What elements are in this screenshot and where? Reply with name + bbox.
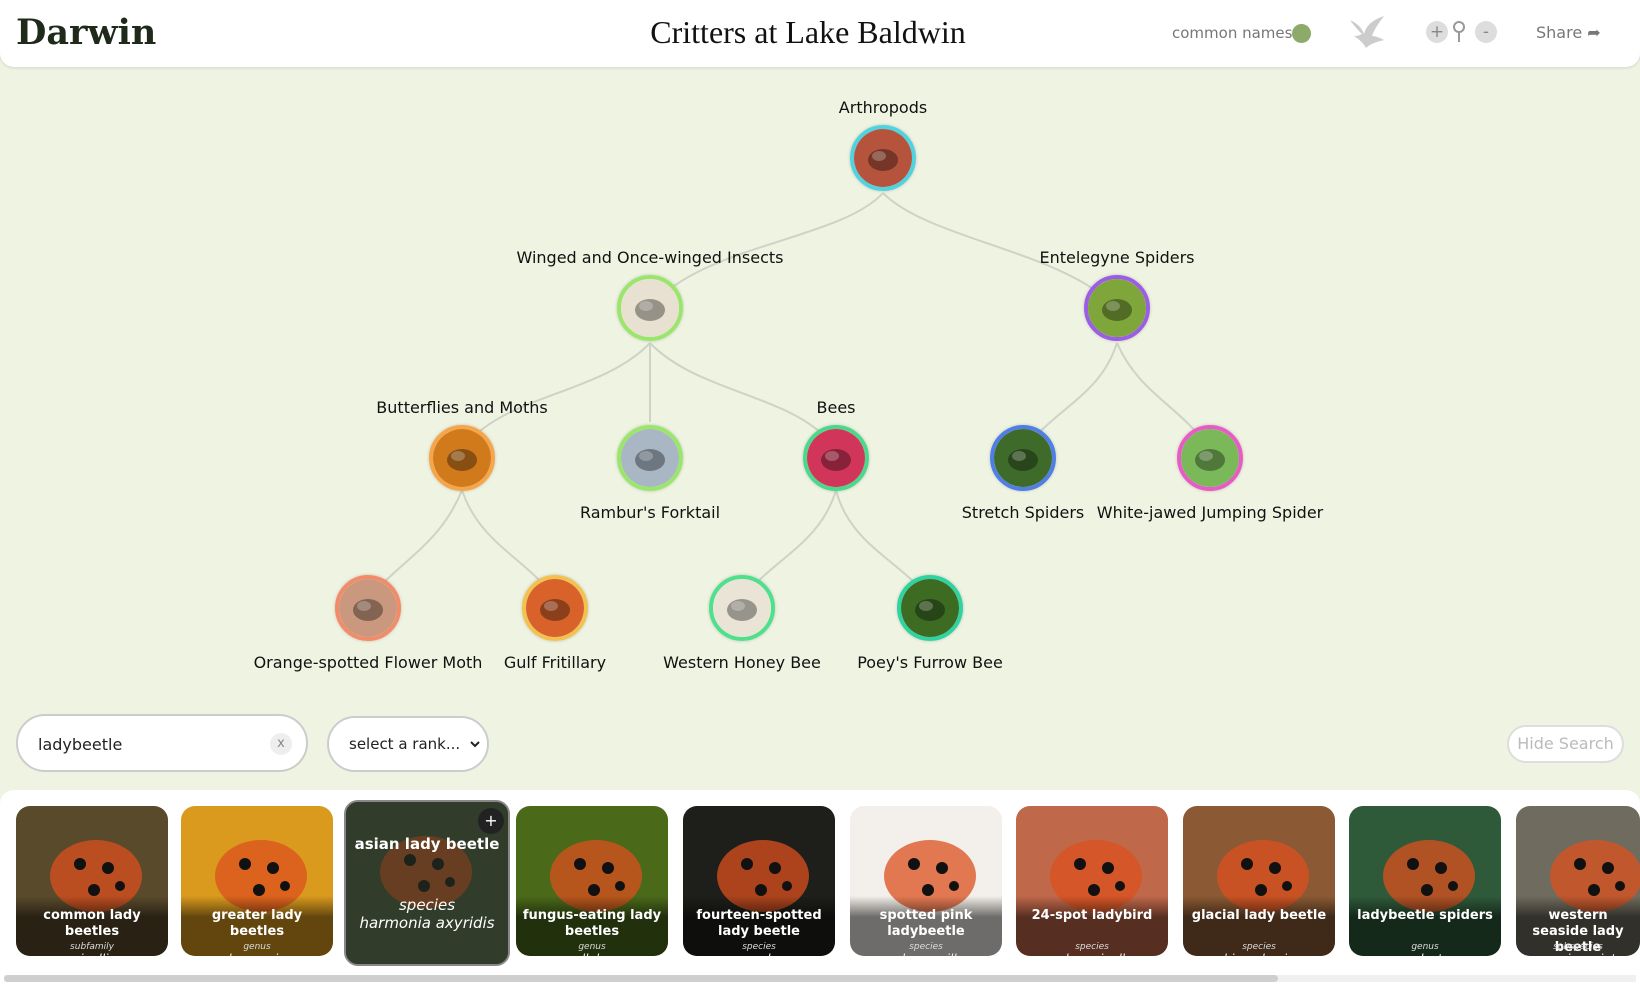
result-rank: subspecies — [1553, 942, 1603, 952]
result-common-name: common lady beetles — [43, 908, 141, 939]
tree-node-western-honey-bee[interactable] — [709, 575, 775, 641]
tree-node-label: White-jawed Jumping Spider — [1096, 503, 1324, 522]
node-photo — [621, 279, 679, 337]
tree-node-label: Entelegyne Spiders — [1039, 248, 1195, 267]
result-rank: genus — [243, 942, 271, 952]
result-rank: species — [742, 942, 776, 952]
result-scientific-name: hippodamia — [1183, 952, 1335, 956]
result-caption: ladybeetle spiders genusparaplectana — [1349, 896, 1501, 956]
tree-node-label: Butterflies and Moths — [376, 398, 548, 417]
tree-node-stretch-spiders[interactable] — [990, 425, 1056, 491]
result-rank: subfamily — [70, 942, 114, 952]
result-common-name: glacial lady beetle — [1191, 908, 1327, 923]
tree-node-arthropods[interactable] — [850, 125, 916, 191]
result-scientific-name: subcoccinella vigintiquatuorpunctata — [1016, 952, 1168, 956]
tree-node-rambur-s-forktail[interactable] — [617, 425, 683, 491]
tree-node-poey-s-furrow-bee[interactable] — [897, 575, 963, 641]
node-photo — [994, 429, 1052, 487]
tree-node-label: Bees — [816, 398, 856, 417]
hide-search-button[interactable]: Hide Search — [1507, 725, 1624, 763]
result-card[interactable]: asian lady beetle species harmonia axyridi… — [344, 800, 510, 966]
tree-node-entelegyne-spiders[interactable] — [1084, 275, 1150, 341]
rank-select-value: select a rank... — [349, 735, 461, 753]
result-rank: species — [398, 896, 456, 914]
search-results: common lady beetles subfamilycoccinellina… — [0, 790, 1640, 984]
result-card[interactable]: glacial lady beetle specieshippodamia — [1183, 806, 1335, 956]
result-rank: species — [1242, 942, 1276, 952]
result-caption: fourteen-spotted lady beetle speciespropy… — [683, 896, 835, 956]
link-insects-butterflies — [461, 342, 651, 451]
results-scrollbar-thumb[interactable] — [4, 975, 1278, 982]
tree-node-label: Poey's Furrow Bee — [857, 653, 1003, 672]
node-photo — [713, 579, 771, 637]
tree-node-label: Winged and Once-winged Insects — [516, 248, 784, 267]
tree-node-label: Rambur's Forktail — [579, 503, 721, 522]
result-rank: genus — [578, 942, 606, 952]
result-card[interactable]: fourteen-spotted lady beetle speciespropy… — [683, 806, 835, 956]
result-caption: common lady beetles subfamilycoccinellina… — [16, 896, 168, 956]
result-rank: species — [909, 942, 943, 952]
result-rank: species — [1075, 942, 1109, 952]
result-scientific-name: propylea — [683, 952, 835, 956]
add-to-tree-button[interactable]: + — [478, 808, 504, 834]
result-common-name: spotted pink ladybeetle — [879, 908, 973, 939]
node-photo — [1181, 429, 1239, 487]
result-common-name: asian lady beetle — [354, 835, 500, 853]
result-card[interactable]: western seaside lady beetlesubspeciesnae… — [1516, 806, 1640, 956]
result-scientific-name: harmonia axyridis — [359, 914, 495, 932]
node-photo — [621, 429, 679, 487]
node-photo — [854, 129, 912, 187]
chevron-down-icon — [469, 736, 481, 754]
node-photo — [526, 579, 584, 637]
result-common-name: fungus-eating lady beetles — [522, 908, 662, 939]
result-caption: glacial lady beetle specieshippodamia — [1183, 896, 1335, 956]
result-caption: 24-spot ladybird speciessubcoccinella vig… — [1016, 896, 1168, 956]
result-scientific-name: coleomegilla — [850, 952, 1002, 956]
result-common-name: fourteen-spotted lady beetle — [696, 908, 822, 939]
node-photo — [433, 429, 491, 487]
clear-search-button[interactable]: x — [270, 733, 292, 755]
result-scientific-name: harmonia — [181, 952, 333, 956]
tree-node-bees[interactable] — [803, 425, 869, 491]
node-photo — [901, 579, 959, 637]
node-photo — [807, 429, 865, 487]
search-box: x — [16, 714, 308, 772]
tree-node-white-jawed-jumping-spider[interactable] — [1177, 425, 1243, 491]
result-scientific-name: coccinellinae — [16, 952, 168, 956]
link-insects-bees — [649, 342, 837, 451]
tree-node-butterflies-and-moths[interactable] — [429, 425, 495, 491]
result-card[interactable]: ladybeetle spiders genusparaplectana — [1349, 806, 1501, 956]
search-input[interactable] — [36, 730, 250, 758]
result-common-name: ladybeetle spiders — [1357, 908, 1493, 923]
tree-node-gulf-fritillary[interactable] — [522, 575, 588, 641]
result-scientific-name: paraplectana — [1349, 952, 1501, 956]
rank-select[interactable]: select a rank... — [327, 716, 489, 772]
node-photo — [1088, 279, 1146, 337]
result-scientific-name: naemia seriata — [1516, 952, 1640, 956]
result-card[interactable]: fungus-eating lady beetles genuspsyllobor… — [516, 806, 668, 956]
result-caption: fungus-eating lady beetles genuspsyllobor… — [516, 896, 668, 956]
node-photo — [339, 579, 397, 637]
result-caption: spotted pink ladybeetle speciescoleomegil… — [850, 896, 1002, 956]
tree-node-orange-spotted-flower-moth[interactable] — [335, 575, 401, 641]
result-common-name: greater lady beetles — [211, 908, 303, 939]
result-caption: greater lady beetles genusharmonia — [181, 896, 333, 956]
result-scientific-name: psyllobora — [516, 952, 668, 956]
result-caption: western seaside lady beetlesubspeciesnae… — [1516, 896, 1640, 956]
tree-node-winged-and-once-winged-insects[interactable] — [617, 275, 683, 341]
result-card[interactable]: greater lady beetles genusharmonia — [181, 806, 333, 956]
result-card[interactable]: 24-spot ladybird speciessubcoccinella vig… — [1016, 806, 1168, 956]
result-common-name: 24-spot ladybird — [1031, 908, 1153, 923]
tree-node-label: Arthropods — [838, 98, 928, 117]
result-card[interactable]: spotted pink ladybeetle speciescoleomegil… — [850, 806, 1002, 956]
result-rank: genus — [1411, 942, 1439, 952]
result-card[interactable]: common lady beetles subfamilycoccinellina… — [16, 806, 168, 956]
